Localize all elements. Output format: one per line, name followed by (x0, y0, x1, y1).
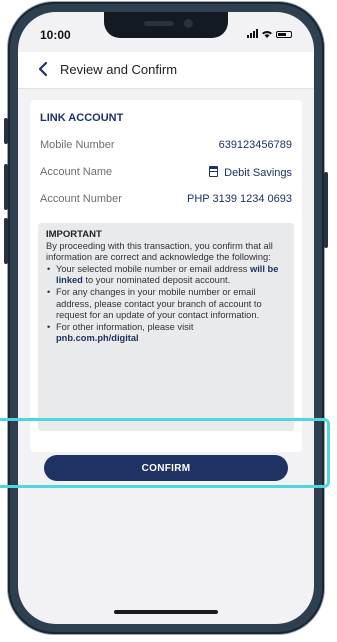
power-button (324, 172, 328, 248)
page-title: Review and Confirm (60, 62, 178, 77)
account-number-value: PHP 3139 1234 0693 (187, 193, 292, 205)
notice-bullet-3: For other information, please visitpnb.c… (47, 321, 286, 345)
signal-icon (247, 29, 258, 38)
account-name-value: Debit Savings (224, 167, 292, 179)
wifi-icon (262, 31, 272, 38)
app-bar: Review and Confirm (18, 52, 314, 89)
status-icons (247, 29, 292, 38)
bullet-1-text: Your selected mobile number or email add… (56, 263, 250, 274)
volume-down-button (4, 218, 8, 264)
speaker-grille (144, 21, 174, 26)
account-name-label: Account Name (40, 166, 113, 178)
account-name-value-wrap: Debit Savings (209, 166, 292, 179)
notice-bullet-2: For any changes in your mobile number or… (47, 287, 286, 322)
confirm-highlight-box (0, 418, 330, 488)
mobile-number-row: Mobile Number 639123456789 (40, 139, 292, 155)
page: 10:00 Review and Confirm LINK ACCOUNT Mo… (0, 0, 337, 642)
mobile-number-value: 639123456789 (218, 139, 292, 151)
mobile-number-label: Mobile Number (40, 139, 115, 151)
battery-icon (276, 31, 292, 38)
bullet-3-text: For other information, please visit (56, 321, 194, 332)
notch (104, 12, 228, 38)
camera-icon (184, 19, 193, 28)
notice-title: IMPORTANT (46, 229, 102, 240)
home-indicator (114, 610, 218, 614)
account-icon (209, 166, 219, 177)
chevron-left-icon[interactable] (36, 61, 52, 77)
account-number-row: Account Number PHP 3139 1234 0693 (40, 193, 292, 209)
account-number-label: Account Number (40, 193, 122, 205)
status-time: 10:00 (40, 28, 71, 42)
section-title: LINK ACCOUNT (40, 112, 124, 124)
pnb-digital-link[interactable]: pnb.com.ph/digital (56, 333, 139, 343)
notice-list: Your selected mobile number or email add… (46, 264, 286, 345)
bullet-1-text-end: to your nominated deposit account. (82, 275, 231, 286)
volume-up-button (4, 164, 8, 210)
notice-intro: By proceeding with this transaction, you… (46, 240, 273, 263)
important-notice: IMPORTANT By proceeding with this transa… (38, 223, 294, 431)
mute-switch (4, 118, 8, 144)
link-account-card: LINK ACCOUNT Mobile Number 639123456789 … (30, 100, 302, 452)
account-name-row: Account Name Debit Savings (40, 166, 292, 182)
phone-screen: 10:00 Review and Confirm LINK ACCOUNT Mo… (18, 12, 314, 624)
notice-bullet-1: Your selected mobile number or email add… (47, 263, 286, 287)
